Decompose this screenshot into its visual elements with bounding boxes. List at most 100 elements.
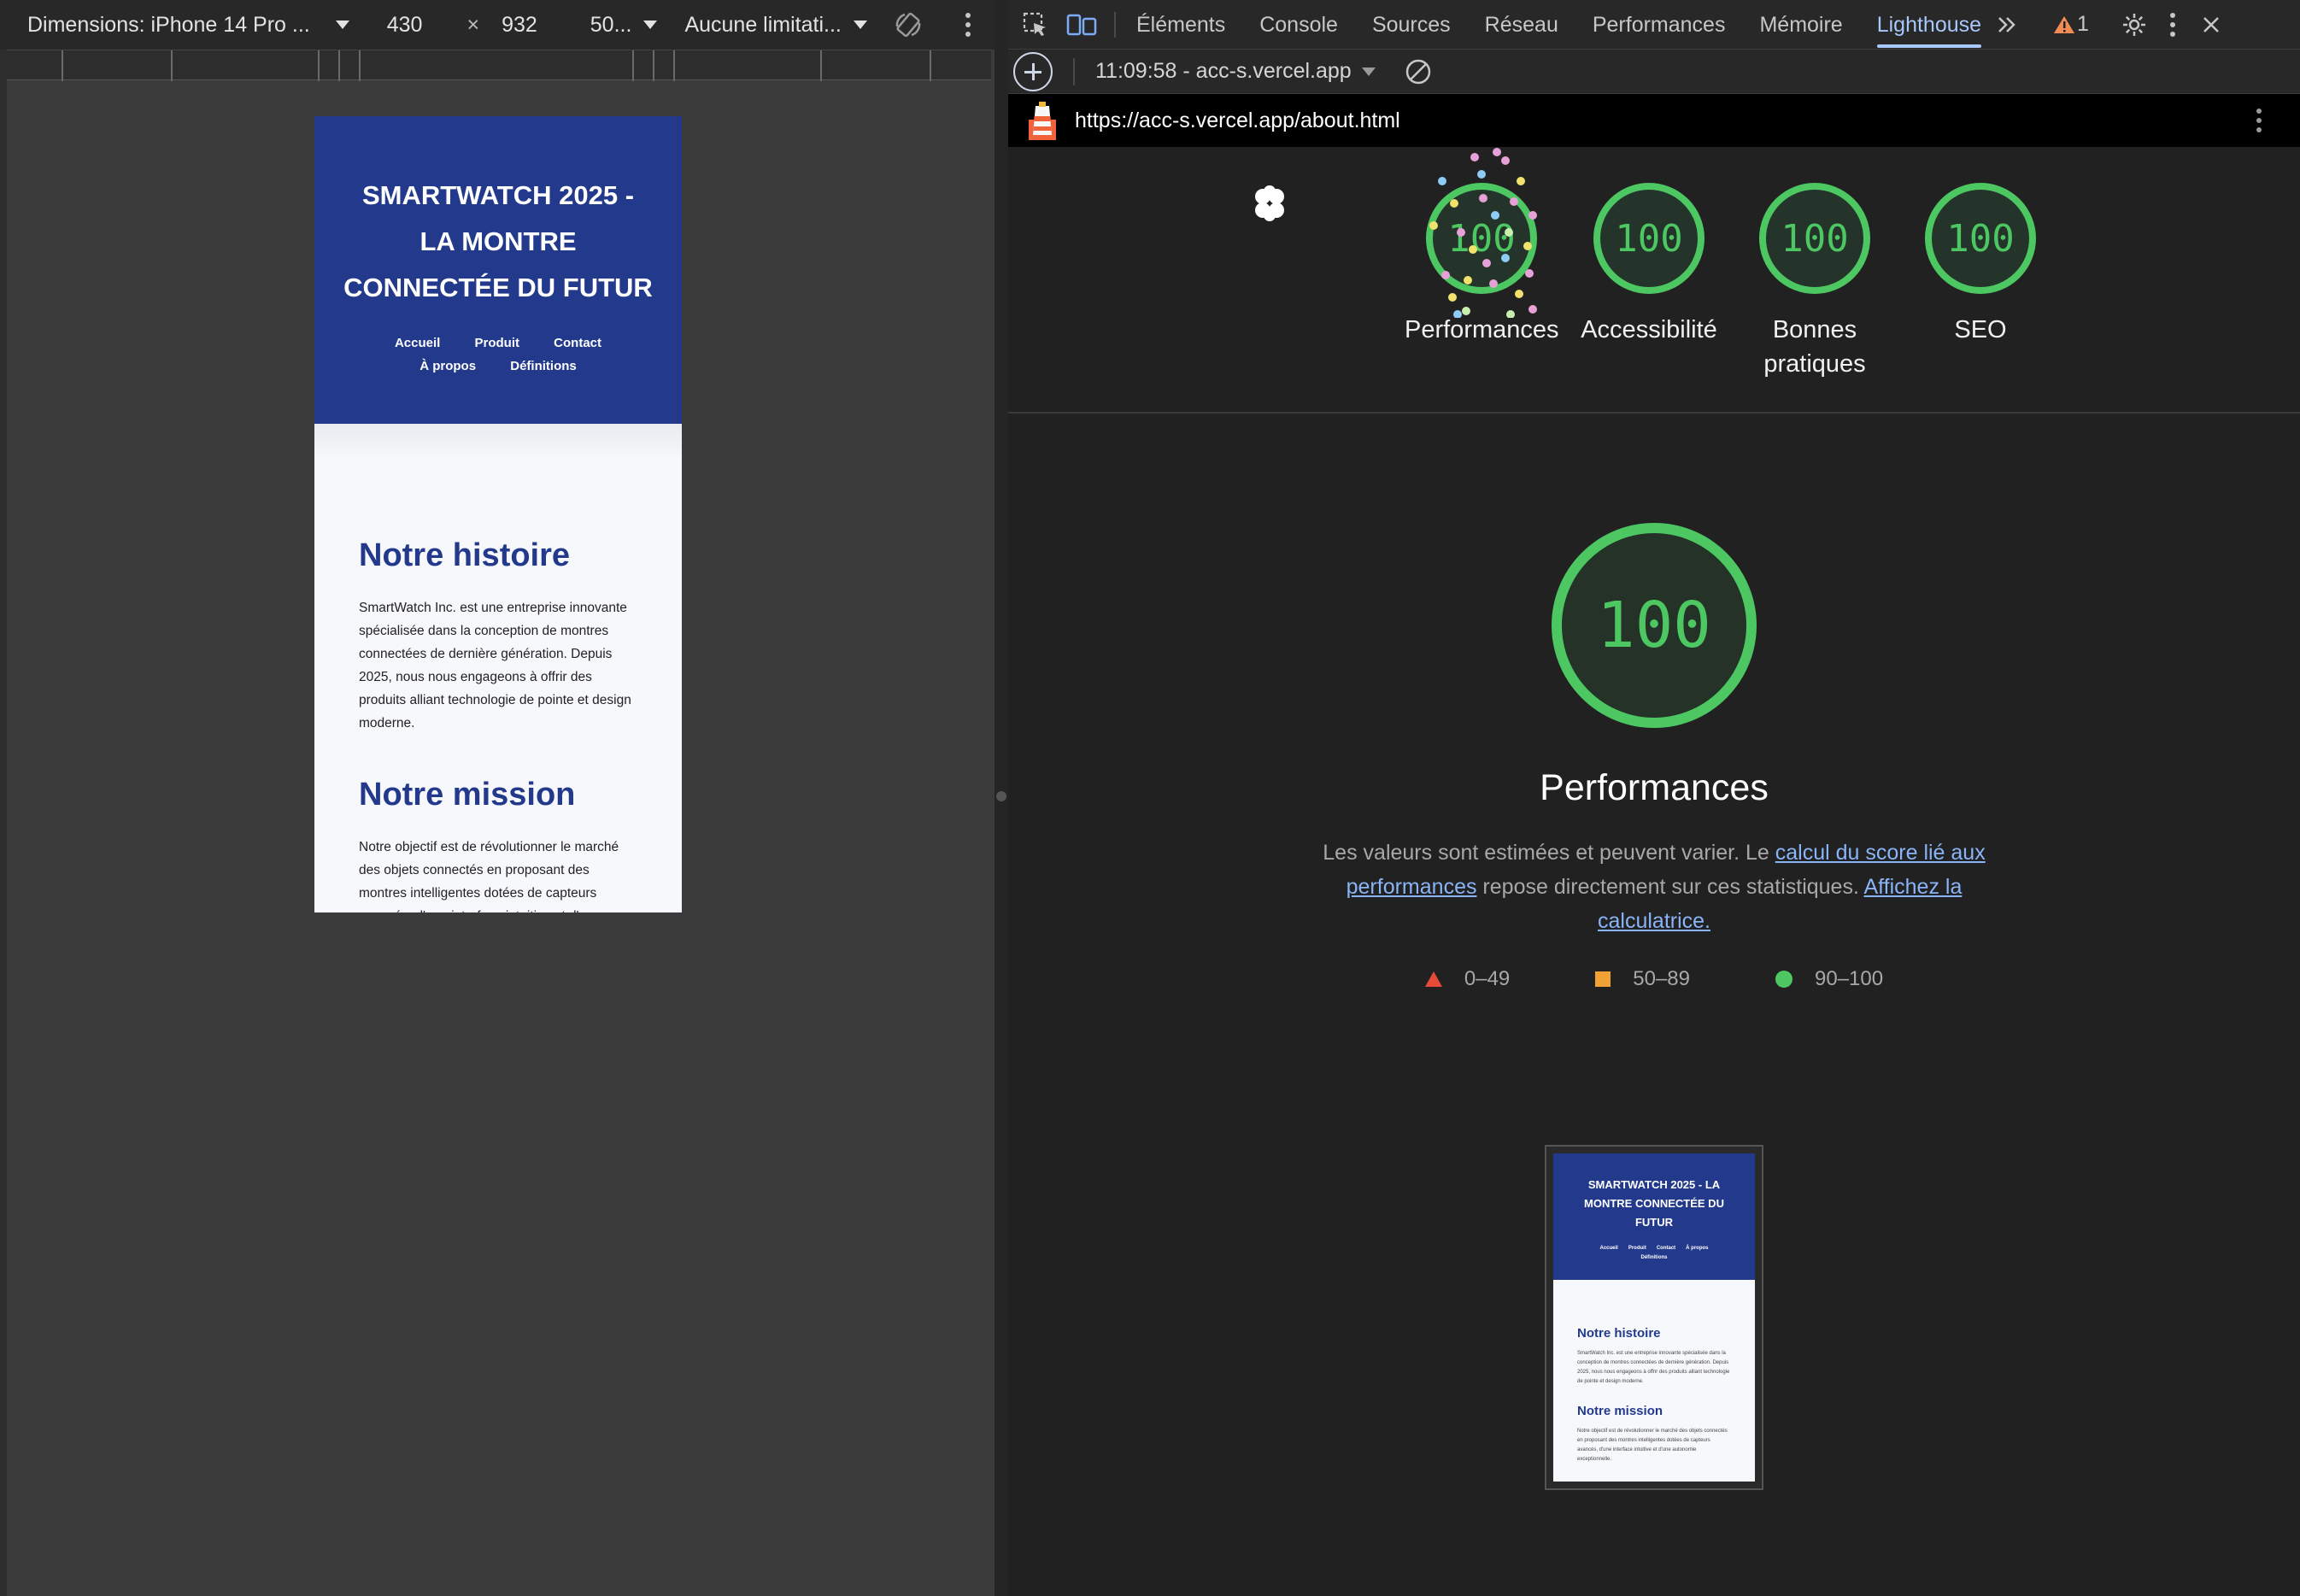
nav-link-contact[interactable]: Contact bbox=[554, 332, 601, 355]
warning-count[interactable]: 1 bbox=[2077, 12, 2089, 37]
score-gauge-best-practices[interactable]: 100 Bonnes pratiques bbox=[1738, 183, 1892, 381]
report-menu-icon[interactable] bbox=[2256, 108, 2262, 133]
legend-fail: 0–49 bbox=[1424, 967, 1511, 991]
thumbnail-nav-item: Accueil bbox=[1599, 1246, 1618, 1251]
tab-lighthouse[interactable]: Lighthouse bbox=[1876, 0, 1982, 50]
thumbnail-paragraph-mission: Notre objectif est de révolutionner le m… bbox=[1577, 1429, 1728, 1462]
heading-history: Notre histoire bbox=[359, 537, 571, 573]
site-header: SMARTWATCH 2025 - LA MONTRE CONNECTÉE DU… bbox=[314, 116, 682, 424]
device-toolbar: Dimensions: iPhone 14 Pro ... 430 × 932 … bbox=[0, 0, 995, 50]
settings-gear-icon[interactable] bbox=[2121, 12, 2147, 38]
times-label: × bbox=[466, 12, 480, 37]
media-query-ruler bbox=[7, 50, 991, 81]
report-url-bar: https://acc-s.vercel.app/about.html bbox=[1008, 94, 2300, 147]
score-ring-best-practices: 100 bbox=[1759, 183, 1870, 294]
nav-link-produit[interactable]: Produit bbox=[475, 332, 520, 355]
tab-sources[interactable]: Sources bbox=[1372, 0, 1451, 50]
throttling-select[interactable]: Aucune limitati... bbox=[684, 12, 867, 38]
report-divider bbox=[1008, 412, 2300, 414]
close-icon[interactable] bbox=[2202, 15, 2221, 34]
score-label-accessibility: Accessibilité bbox=[1581, 316, 1717, 343]
score-gauge-seo[interactable]: 100 SEO bbox=[1904, 183, 2057, 347]
legend-average: 50–89 bbox=[1595, 967, 1690, 991]
performance-description: Les valeurs sont estimées et peuvent var… bbox=[1316, 836, 1992, 938]
thumbnail-heading-history: Notre histoire bbox=[1577, 1326, 1661, 1341]
chevron-down-icon bbox=[853, 21, 867, 29]
legend-fail-label: 0–49 bbox=[1464, 967, 1511, 990]
width-input[interactable]: 430 bbox=[387, 13, 423, 38]
chevron-down-icon bbox=[1361, 67, 1376, 76]
rotate-icon[interactable] bbox=[893, 9, 924, 40]
thumbnail-main: Notre histoire SmartWatch Inc. est une e… bbox=[1553, 1280, 1755, 1464]
final-screenshot-thumbnail[interactable]: SMARTWATCH 2025 - LA MONTRE CONNECTÉE DU… bbox=[1545, 1145, 1763, 1490]
new-report-button[interactable] bbox=[1013, 51, 1053, 91]
throttling-label: Aucune limitati... bbox=[684, 12, 842, 37]
thumbnail-nav-item: Définitions bbox=[1640, 1255, 1668, 1260]
legend-pass: 90–100 bbox=[1775, 967, 1883, 991]
device-emulation-pane: Dimensions: iPhone 14 Pro ... 430 × 932 … bbox=[0, 0, 995, 1596]
warning-icon[interactable] bbox=[2053, 15, 2075, 35]
more-options-icon[interactable] bbox=[965, 12, 971, 38]
thumbnail-nav: Accueil Produit Contact À propos Définitions bbox=[1553, 1244, 1755, 1263]
separator bbox=[1114, 11, 1116, 38]
thumbnail-nav-item: Contact bbox=[1656, 1246, 1676, 1251]
score-ring-accessibility: 100 bbox=[1593, 183, 1704, 294]
inspect-element-icon[interactable] bbox=[1022, 11, 1049, 38]
nav-link-apropos[interactable]: À propos bbox=[420, 355, 476, 378]
legend-pass-label: 90–100 bbox=[1815, 967, 1884, 990]
description-text-1: Les valeurs sont estimées et peuvent var… bbox=[1323, 841, 1775, 865]
nav-link-definitions[interactable]: Définitions bbox=[510, 355, 577, 378]
splitter-handle[interactable] bbox=[996, 791, 1006, 801]
score-gauge-accessibility[interactable]: 100 Accessibilité bbox=[1572, 183, 1726, 347]
header-shadow bbox=[314, 424, 682, 461]
paragraph-history: SmartWatch Inc. est une entreprise innov… bbox=[359, 601, 631, 731]
screen: Dimensions: iPhone 14 Pro ... 430 × 932 … bbox=[0, 0, 2300, 1596]
chevron-down-icon bbox=[335, 21, 349, 29]
thumbnail-title: SMARTWATCH 2025 - LA MONTRE CONNECTÉE DU… bbox=[1584, 1178, 1724, 1229]
thumbnail-header: SMARTWATCH 2025 - LA MONTRE CONNECTÉE DU… bbox=[1553, 1153, 1755, 1280]
site-main: Notre histoire SmartWatch Inc. est une e… bbox=[314, 461, 682, 912]
thumbnail-paragraph-history: SmartWatch Inc. est une entreprise innov… bbox=[1577, 1351, 1730, 1384]
report-selector[interactable]: 11:09:58 - acc-s.vercel.app bbox=[1095, 59, 1376, 84]
tab-elements[interactable]: Éléments bbox=[1136, 0, 1225, 50]
devtools-tabbar: Éléments Console Sources Réseau Performa… bbox=[1008, 0, 2300, 50]
tab-memory[interactable]: Mémoire bbox=[1759, 0, 1842, 50]
lighthouse-logo-icon bbox=[1029, 101, 1056, 140]
devtools-pane: Éléments Console Sources Réseau Performa… bbox=[1008, 0, 2300, 1596]
performance-title: Performances bbox=[1540, 767, 1769, 808]
tab-network[interactable]: Réseau bbox=[1485, 0, 1558, 50]
device-dimensions-label: Dimensions: iPhone 14 Pro ... bbox=[27, 12, 310, 37]
customize-menu-icon[interactable] bbox=[2169, 12, 2176, 38]
thumbnail-heading-mission: Notre mission bbox=[1577, 1404, 1663, 1418]
legend-average-label: 50–89 bbox=[1633, 967, 1691, 990]
clear-icon[interactable] bbox=[1405, 58, 1432, 85]
lighthouse-report: 100 Performances 100 Accessibilité 100 B… bbox=[1008, 147, 2300, 1596]
report-url[interactable]: https://acc-s.vercel.app/about.html bbox=[1075, 109, 1400, 133]
nav-link-accueil[interactable]: Accueil bbox=[395, 332, 440, 355]
pwa-icon bbox=[1251, 185, 1288, 222]
score-label-performance: Performances bbox=[1405, 316, 1559, 343]
tab-performance[interactable]: Performances bbox=[1593, 0, 1726, 50]
circle-icon bbox=[1775, 971, 1793, 988]
performance-score-gauge: 100 bbox=[1552, 523, 1757, 728]
thumbnail-page: SMARTWATCH 2025 - LA MONTRE CONNECTÉE DU… bbox=[1553, 1153, 1755, 1482]
device-toolbar-icon[interactable] bbox=[1066, 12, 1097, 38]
square-icon bbox=[1595, 971, 1611, 987]
paragraph-mission: Notre objectif est de révolutionner le m… bbox=[359, 840, 619, 912]
height-input[interactable]: 932 bbox=[502, 13, 537, 38]
thumbnail-nav-item: Produit bbox=[1628, 1246, 1646, 1251]
chevron-down-icon bbox=[643, 21, 658, 29]
device-dimensions-select[interactable]: Dimensions: iPhone 14 Pro ... bbox=[27, 13, 349, 38]
description-text-2: repose directement sur ces statistiques. bbox=[1476, 875, 1864, 899]
confetti bbox=[1429, 148, 1537, 318]
zoom-select[interactable]: 50... bbox=[590, 13, 658, 38]
site-nav: Accueil Produit Contact À propos Définit… bbox=[314, 332, 682, 378]
emulated-page[interactable]: SMARTWATCH 2025 - LA MONTRE CONNECTÉE DU… bbox=[314, 116, 682, 912]
score-label-best-practices: Bonnes pratiques bbox=[1763, 316, 1866, 378]
heading-mission: Notre mission bbox=[359, 777, 576, 813]
lighthouse-toolbar: 11:09:58 - acc-s.vercel.app bbox=[1008, 50, 2300, 94]
zoom-label: 50... bbox=[590, 12, 632, 37]
report-selector-label: 11:09:58 - acc-s.vercel.app bbox=[1095, 59, 1352, 83]
more-tabs-icon[interactable] bbox=[1997, 15, 2017, 34]
tab-console[interactable]: Console bbox=[1259, 0, 1338, 50]
